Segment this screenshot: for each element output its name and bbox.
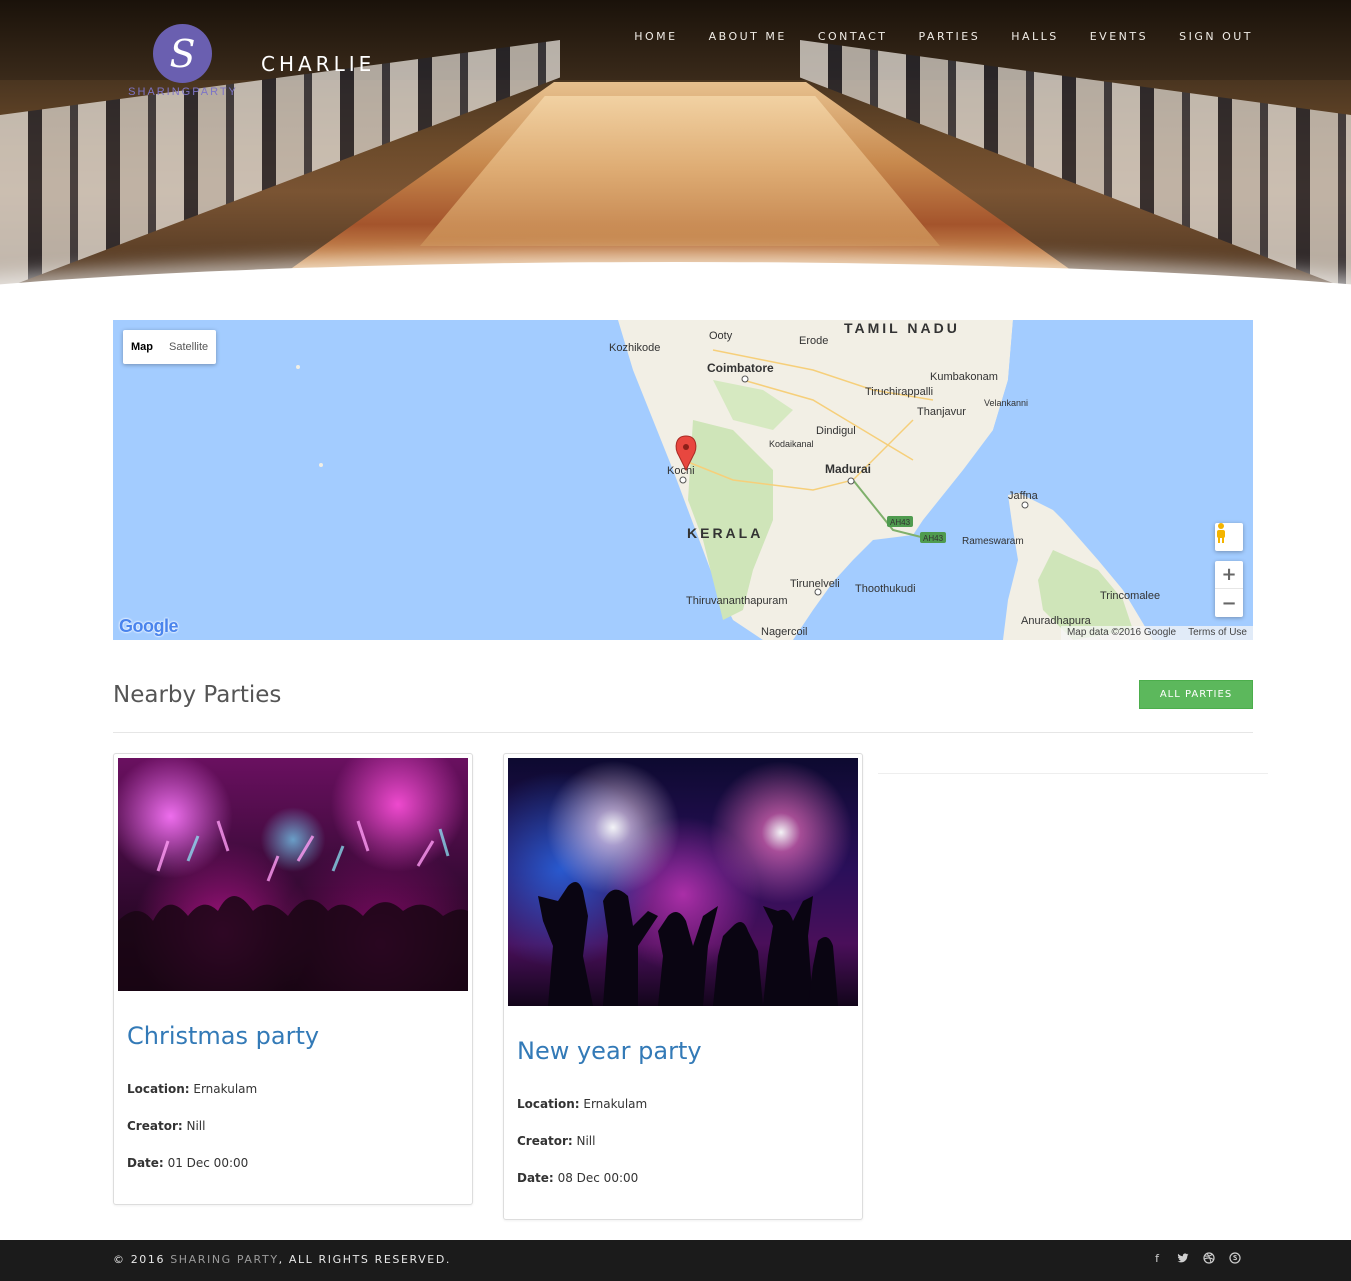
hero-dance-floor-inner xyxy=(420,96,940,246)
all-parties-button[interactable]: ALL PARTIES xyxy=(1139,680,1253,709)
creator-value: Nill xyxy=(186,1119,206,1133)
map-dot-kochi xyxy=(679,476,687,484)
zoom-out-button[interactable]: − xyxy=(1215,589,1243,617)
nav-about-me[interactable]: ABOUT ME xyxy=(709,30,787,43)
creator-label: Creator: xyxy=(517,1134,573,1148)
dancers-silhouette xyxy=(538,882,838,1006)
date-value: 01 Dec 00:00 xyxy=(167,1156,249,1170)
date-label: Date: xyxy=(127,1156,164,1170)
party-location: Location: Ernakulam xyxy=(127,1082,257,1096)
map-label-kodaikanal: Kodaikanal xyxy=(769,439,814,449)
map-data-attribution: Map data ©2016 Google xyxy=(1066,627,1177,638)
nav-parties[interactable]: PARTIES xyxy=(918,30,980,43)
party-creator: Creator: Nill xyxy=(517,1134,595,1148)
party-image[interactable] xyxy=(118,758,468,991)
nav-halls[interactable]: HALLS xyxy=(1011,30,1059,43)
party-location: Location: Ernakulam xyxy=(517,1097,647,1111)
street-view-pegman-icon[interactable] xyxy=(1215,523,1243,551)
creator-label: Creator: xyxy=(127,1119,183,1133)
location-label: Location: xyxy=(127,1082,190,1096)
party-creator: Creator: Nill xyxy=(127,1119,205,1133)
map-label-thanjavur: Thanjavur xyxy=(917,406,966,418)
main-nav: HOME ABOUT ME CONTACT PARTIES HALLS EVEN… xyxy=(603,30,1253,43)
map-label-tiruchirappalli: Tiruchirappalli xyxy=(865,386,933,398)
date-label: Date: xyxy=(517,1171,554,1185)
map-highway-label-2: AH43 xyxy=(923,534,944,543)
hero-banner: S SHARINGPARTY CHARLIE HOME ABOUT ME CON… xyxy=(0,0,1351,320)
google-logo[interactable]: Google xyxy=(119,616,179,637)
section-title: Nearby Parties xyxy=(113,682,282,708)
map-dot-madurai xyxy=(847,477,855,485)
map-highway-label-1: AH43 xyxy=(890,518,911,527)
party-title[interactable]: Christmas party xyxy=(127,1022,319,1050)
location-label: Location: xyxy=(517,1097,580,1111)
map-label-kozhikode: Kozhikode xyxy=(609,342,660,354)
copyright: © 2016 SHARING PARTY, ALL RIGHTS RESERVE… xyxy=(113,1253,451,1266)
nav-contact[interactable]: CONTACT xyxy=(818,30,888,43)
copyright-brand-link[interactable]: SHARING PARTY xyxy=(170,1253,278,1266)
logo-brand: SHARINGPARTY xyxy=(128,86,238,98)
map-label-tamil-nadu: TAMIL NADU xyxy=(844,320,960,336)
copyright-suffix: , ALL RIGHTS RESERVED. xyxy=(278,1253,452,1266)
nav-events[interactable]: EVENTS xyxy=(1090,30,1148,43)
logo-circle: S xyxy=(153,24,212,83)
map-label-jaffna: Jaffna xyxy=(1008,490,1039,502)
section-divider xyxy=(113,732,1253,733)
party-title[interactable]: New year party xyxy=(517,1037,702,1065)
map-label-ooty: Ooty xyxy=(709,330,733,342)
social-links: f xyxy=(1151,1252,1241,1266)
map-label-madurai: Madurai xyxy=(825,462,871,476)
map-dot-jaffna xyxy=(1021,501,1029,509)
map-label-velankanni: Velankanni xyxy=(984,398,1028,408)
party-card[interactable]: Christmas party Location: Ernakulam Crea… xyxy=(113,753,473,1205)
site-logo[interactable]: S SHARINGPARTY xyxy=(118,24,248,100)
location-value: Ernakulam xyxy=(193,1082,258,1096)
nav-home[interactable]: HOME xyxy=(634,30,677,43)
party-date: Date: 01 Dec 00:00 xyxy=(127,1156,248,1170)
map-label-tirunelveli: Tirunelveli xyxy=(790,578,840,590)
crowd-silhouette xyxy=(118,820,468,991)
map-type-satellite-button[interactable]: Satellite xyxy=(161,330,216,364)
site-title: CHARLIE xyxy=(261,52,376,76)
logo-letter: S xyxy=(169,31,196,76)
nav-sign-out[interactable]: SIGN OUT xyxy=(1179,30,1253,43)
map-label-kochi: Kochi xyxy=(667,465,695,477)
map-label-erode: Erode xyxy=(799,335,828,347)
skype-icon[interactable] xyxy=(1229,1252,1241,1266)
map-label-coimbatore: Coimbatore xyxy=(707,361,774,375)
dribbble-icon[interactable] xyxy=(1203,1252,1215,1266)
party-image[interactable] xyxy=(508,758,858,1006)
map-zoom-control: + − xyxy=(1215,561,1243,617)
map-island-1 xyxy=(296,365,300,369)
google-logo-text: Google xyxy=(119,616,179,636)
map-canvas[interactable]: TAMIL NADU KERALA Ooty Erode Kozhikode C… xyxy=(113,320,1253,640)
creator-value: Nill xyxy=(576,1134,596,1148)
map-attribution: Map data ©2016 Google Terms of Use xyxy=(1060,626,1253,640)
section-divider-right xyxy=(878,773,1268,774)
map-label-dindigul: Dindigul xyxy=(816,425,856,437)
map-label-kerala: KERALA xyxy=(687,525,763,541)
map-terms-link[interactable]: Terms of Use xyxy=(1182,626,1253,640)
party-card[interactable]: New year party Location: Ernakulam Creat… xyxy=(503,753,863,1220)
date-value: 08 Dec 00:00 xyxy=(557,1171,639,1185)
map-label-trincomalee: Trincomalee xyxy=(1100,590,1160,602)
map-label-rameswaram: Rameswaram xyxy=(962,536,1024,547)
site-footer: © 2016 SHARING PARTY, ALL RIGHTS RESERVE… xyxy=(0,1240,1351,1281)
zoom-in-button[interactable]: + xyxy=(1215,561,1243,589)
map-type-map-button[interactable]: Map xyxy=(123,330,161,364)
party-date: Date: 08 Dec 00:00 xyxy=(517,1171,638,1185)
map-label-thiruvananthapuram: Thiruvananthapuram xyxy=(686,595,788,607)
map-label-kumbakonam: Kumbakonam xyxy=(930,371,998,383)
twitter-icon[interactable] xyxy=(1177,1252,1189,1266)
map-label-nagercoil: Nagercoil xyxy=(761,626,807,638)
map-label-thoothukudi: Thoothukudi xyxy=(855,583,916,595)
copyright-prefix: © 2016 xyxy=(113,1253,171,1266)
location-value: Ernakulam xyxy=(583,1097,648,1111)
map-widget[interactable]: TAMIL NADU KERALA Ooty Erode Kozhikode C… xyxy=(113,320,1253,640)
hero-curve xyxy=(0,262,1351,320)
map-type-control: Map Satellite xyxy=(123,330,217,364)
facebook-icon[interactable]: f xyxy=(1151,1252,1163,1266)
map-island-2 xyxy=(319,463,323,467)
map-dot-coimbatore xyxy=(741,375,749,383)
